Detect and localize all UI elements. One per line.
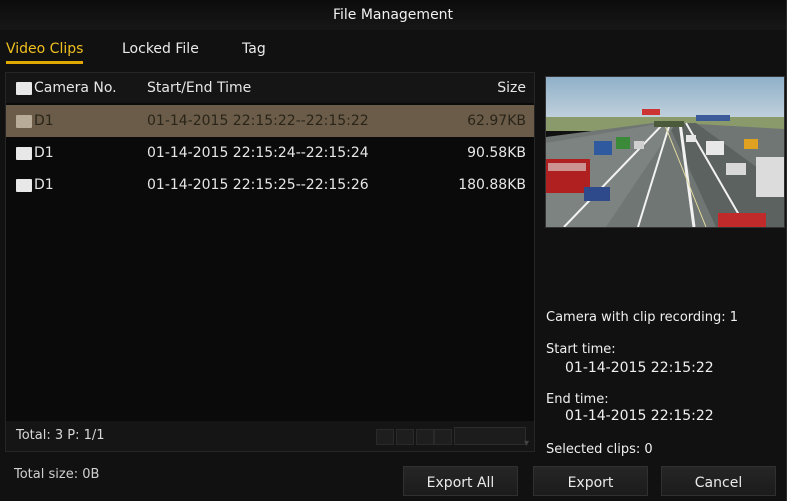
tab-bar: Video Clips Locked File Tag xyxy=(0,30,786,66)
row-time: 01-14-2015 22:15:24--22:15:24 xyxy=(147,145,369,161)
first-page-icon[interactable] xyxy=(376,429,394,445)
page-dropdown-icon[interactable]: ▾ xyxy=(524,429,529,459)
cancel-button[interactable]: Cancel xyxy=(661,466,776,496)
total-pages-text: Total: 3 P: 1/1 xyxy=(16,428,105,443)
prev-page-icon[interactable] xyxy=(396,429,414,445)
list-footer: Total: 3 P: 1/1 ▾ xyxy=(6,421,534,451)
page-number-input[interactable] xyxy=(454,427,526,445)
export-all-button[interactable]: Export All xyxy=(403,466,518,496)
row-camera: D1 xyxy=(16,137,54,169)
row-size: 180.88KB xyxy=(458,177,526,193)
highway-scene-image xyxy=(546,77,784,227)
list-header: Camera No. Start/End Time Size xyxy=(6,73,534,103)
row-camera: D1 xyxy=(16,105,54,137)
next-page-icon[interactable] xyxy=(416,429,434,445)
row-size: 62.97KB xyxy=(467,113,526,129)
row-checkbox[interactable] xyxy=(16,114,32,128)
file-management-window: File Management Video Clips Locked File … xyxy=(0,0,787,501)
camera-with-clip-text: Camera with clip recording: 1 xyxy=(546,310,739,325)
start-time-value: 01-14-2015 22:15:22 xyxy=(565,360,714,376)
header-camera-label: Camera No. xyxy=(34,80,117,96)
selected-clips-text: Selected clips: 0 xyxy=(546,442,653,457)
row-camera-label: D1 xyxy=(34,145,54,161)
row-size: 90.58KB xyxy=(467,145,526,161)
row-checkbox[interactable] xyxy=(16,178,32,192)
row-time: 01-14-2015 22:15:25--22:15:26 xyxy=(147,177,369,193)
tab-locked-file[interactable]: Locked File xyxy=(122,38,199,62)
table-row[interactable]: D1 01-14-2015 22:15:24--22:15:24 90.58KB xyxy=(6,137,534,169)
row-camera-label: D1 xyxy=(34,113,54,129)
tab-video-clips[interactable]: Video Clips xyxy=(6,38,84,64)
end-time-value: 01-14-2015 22:15:22 xyxy=(565,408,714,424)
clip-preview-image xyxy=(545,76,785,228)
export-button[interactable]: Export xyxy=(533,466,648,496)
header-camera: Camera No. xyxy=(16,73,117,103)
window-title: File Management xyxy=(0,0,786,30)
select-all-checkbox[interactable] xyxy=(16,81,32,95)
last-page-icon[interactable] xyxy=(434,429,452,445)
header-time: Start/End Time xyxy=(147,80,252,96)
total-size-text: Total size: 0B xyxy=(14,467,100,482)
table-row[interactable]: D1 01-14-2015 22:15:22--22:15:22 62.97KB xyxy=(6,105,534,137)
table-row[interactable]: D1 01-14-2015 22:15:25--22:15:26 180.88K… xyxy=(6,169,534,201)
tab-tag[interactable]: Tag xyxy=(242,38,266,62)
start-time-label: Start time: xyxy=(546,342,616,357)
row-camera-label: D1 xyxy=(34,177,54,193)
clip-list-panel: Camera No. Start/End Time Size D1 01-14-… xyxy=(5,72,535,452)
row-camera: D1 xyxy=(16,169,54,201)
row-checkbox[interactable] xyxy=(16,146,32,160)
end-time-label: End time: xyxy=(546,392,609,407)
row-time: 01-14-2015 22:15:22--22:15:22 xyxy=(147,113,369,129)
header-size: Size xyxy=(497,80,526,96)
